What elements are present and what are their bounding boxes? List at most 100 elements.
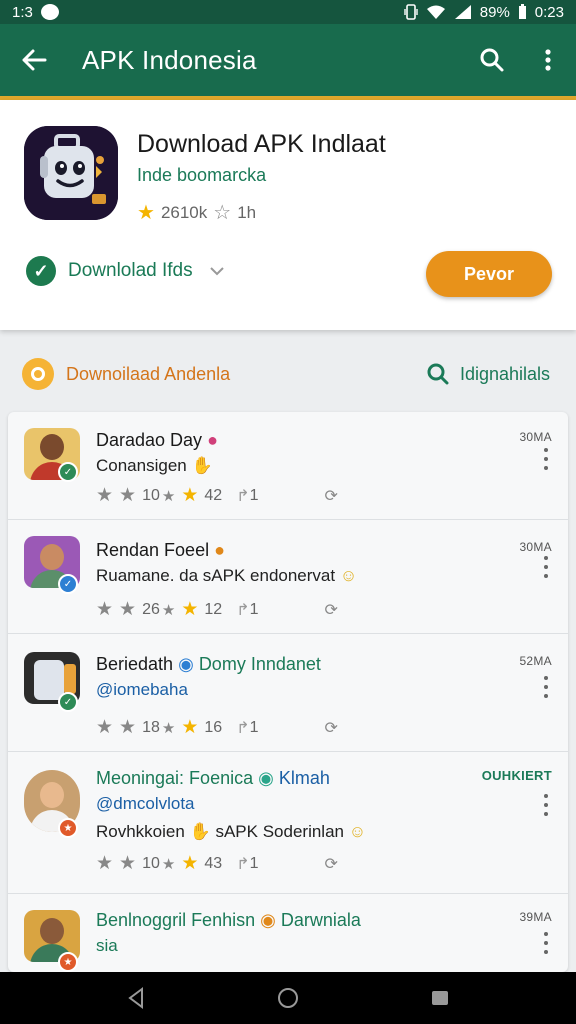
- item-text-value: Conansigen: [96, 456, 187, 475]
- star-icon: ★: [119, 485, 137, 506]
- badge-icon: ★: [58, 818, 78, 838]
- star-filled-icon: ★: [181, 717, 199, 738]
- search-button[interactable]: [464, 24, 520, 96]
- star-icon: ★: [119, 599, 137, 620]
- section-left-tab[interactable]: Downoilaad Andenla: [22, 358, 230, 390]
- item-text-value: Ruamane. da sAPK endonervat: [96, 566, 336, 585]
- overflow-menu-button[interactable]: [520, 24, 576, 96]
- more-vert-icon: [545, 49, 551, 71]
- tag-icon: ◉: [258, 768, 274, 788]
- stat-1: 10: [142, 486, 160, 504]
- share-icon[interactable]: ⟳: [325, 486, 338, 506]
- app-bar: APK Indonesia: [0, 24, 576, 96]
- stat-3: 1: [249, 600, 259, 618]
- item-name: Benlnoggril Fenhisn: [96, 910, 256, 930]
- hand-emoji-icon: ✋: [191, 456, 213, 475]
- item-text-value: Rovhkkoien: [96, 822, 185, 841]
- app-icon[interactable]: [24, 126, 118, 220]
- item-text: Ruamane. da sAPK endonervat ☺: [96, 566, 357, 586]
- stat-1: 10: [142, 854, 160, 872]
- primary-action-button[interactable]: Pevor: [426, 251, 552, 297]
- star-icon: ★: [96, 599, 114, 620]
- item-time: 52MA: [519, 654, 552, 668]
- stat-2: 42: [204, 486, 223, 504]
- list-item[interactable]: ✓ Rendan Foeel ● Ruamane. da sAPK endone…: [8, 520, 568, 634]
- nav-recents-button[interactable]: [416, 974, 464, 1022]
- star-icon: ★: [96, 853, 114, 874]
- section-header: Downoilaad Andenla Idignahilals: [0, 344, 576, 404]
- star-icon: ★: [96, 717, 114, 738]
- system-navigation-bar: [0, 972, 576, 1024]
- download-status-dropdown[interactable]: ✓ Downlolad Ifds: [26, 256, 225, 286]
- item-time: 30MA: [519, 540, 552, 554]
- search-icon: [480, 48, 504, 72]
- app-developer-link[interactable]: Inde boomarcka: [137, 165, 266, 186]
- item-time: 39MA: [519, 910, 552, 924]
- section-right-label: Idignahilals: [459, 363, 550, 384]
- app-name: Download APK Indlaat: [137, 130, 386, 158]
- item-handle[interactable]: sia: [96, 936, 118, 956]
- app-bar-title: APK Indonesia: [82, 44, 257, 75]
- verified-badge-icon: ✓: [58, 692, 78, 712]
- nav-home-button[interactable]: [264, 974, 312, 1022]
- stat-2: 43: [204, 854, 223, 872]
- item-menu-button[interactable]: [540, 448, 552, 470]
- star-small-icon: ★: [161, 601, 176, 619]
- item-tag[interactable]: Klmah: [279, 768, 330, 788]
- share-icon[interactable]: ⟳: [325, 854, 338, 874]
- item-menu-button[interactable]: [540, 676, 552, 698]
- item-tag[interactable]: Darwniala: [281, 910, 361, 930]
- reply-icon: ↱: [236, 601, 250, 619]
- item-handle[interactable]: @iomebaha: [96, 680, 188, 700]
- item-stats: ★ ★ 10 ★ ★ 43 ↱ 1 ⟳: [96, 852, 338, 875]
- stat-2: 16: [204, 718, 223, 736]
- item-menu-button[interactable]: [540, 932, 552, 954]
- nav-home-icon: [278, 988, 298, 1008]
- star-filled-icon: ★: [137, 202, 155, 224]
- arrow-back-icon: [22, 49, 47, 71]
- nav-back-button[interactable]: [112, 974, 160, 1022]
- item-text-value-2: sAPK Soderinlan: [215, 822, 344, 841]
- item-tag[interactable]: Domy Inndanet: [199, 654, 321, 674]
- share-icon[interactable]: ⟳: [325, 718, 338, 738]
- download-status-label: Downlolad Ifds: [68, 260, 193, 281]
- stat-3: 1: [249, 854, 259, 872]
- vibrate-icon: [404, 4, 418, 20]
- item-title: Benlnoggril Fenhisn ◉ Darwniala: [96, 910, 361, 931]
- stat-2: 12: [204, 600, 223, 618]
- item-title: Rendan Foeel ●: [96, 540, 225, 561]
- star-icon: ★: [96, 485, 114, 506]
- star-icon: ★: [119, 853, 137, 874]
- section-search-link[interactable]: Idignahilals: [426, 362, 550, 386]
- item-menu-button[interactable]: [540, 794, 552, 816]
- item-name: Beriedath: [96, 654, 174, 674]
- badge-icon: ●: [207, 430, 218, 450]
- nav-back-icon: [128, 987, 143, 1009]
- item-title: Beriedath ◉ Domy Inndanet: [96, 654, 321, 675]
- item-time: 30MA: [519, 430, 552, 444]
- list-item[interactable]: ★ Meoningai: Foenica ◉ Klmah @dmcolvlota…: [8, 752, 568, 894]
- verified-badge-icon: ✓: [58, 462, 78, 482]
- star-small-icon: ★: [161, 855, 176, 873]
- wifi-icon: [426, 5, 445, 19]
- item-handle[interactable]: @dmcolvlota: [96, 794, 195, 814]
- stat-1: 18: [142, 718, 160, 736]
- list-item[interactable]: ★ Benlnoggril Fenhisn ◉ Darwniala sia 39…: [8, 894, 568, 972]
- list-item[interactable]: ✓ Beriedath ◉ Domy Inndanet @iomebaha ★ …: [8, 634, 568, 752]
- status-time-left: 1:3: [12, 3, 33, 21]
- app-rating: ★ 2610k ☆ 1h: [137, 200, 256, 225]
- list-item[interactable]: ✓ Daradao Day ● Conansigen ✋ ★ ★ 10 ★ ★ …: [8, 412, 568, 520]
- item-stats: ★ ★ 10 ★ ★ 42 ↱ 1 ⟳: [96, 484, 338, 507]
- star-small-icon: ★: [161, 719, 176, 737]
- item-name: Daradao Day: [96, 430, 203, 450]
- back-button[interactable]: [0, 24, 68, 96]
- item-menu-button[interactable]: [540, 556, 552, 578]
- badge-icon: ●: [214, 540, 225, 560]
- item-stats: ★ ★ 26 ★ ★ 12 ↱ 1 ⟳: [96, 598, 338, 621]
- app-header-card: Download APK Indlaat Inde boomarcka ★ 26…: [0, 100, 576, 330]
- share-icon[interactable]: ⟳: [325, 600, 338, 620]
- smile-emoji-icon: ☺: [348, 822, 367, 841]
- item-time: OUHKIERT: [481, 768, 552, 783]
- stat-3: 1: [249, 718, 259, 736]
- search-icon: [427, 363, 449, 385]
